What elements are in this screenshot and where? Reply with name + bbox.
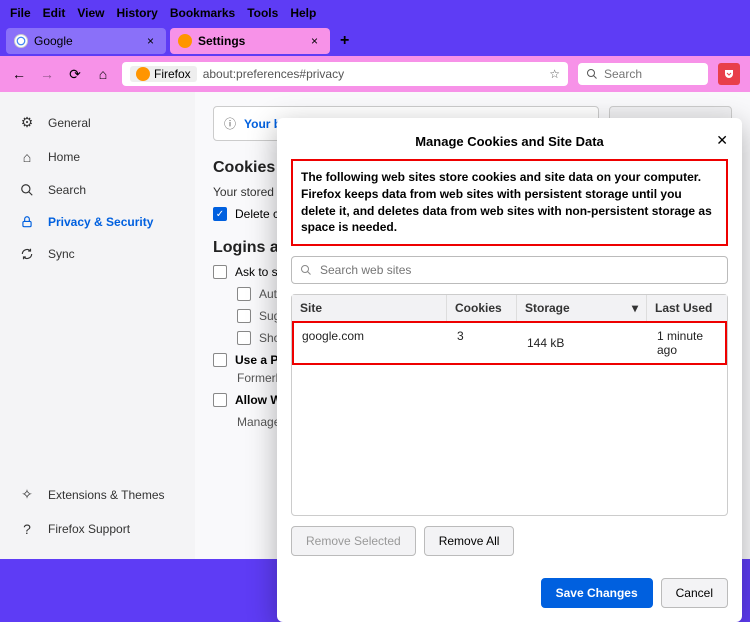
sites-table: Site Cookies Storage ▾ Last Used google.c… <box>291 294 728 516</box>
cell-storage: 144 kB <box>519 323 649 363</box>
col-lastused[interactable]: Last Used <box>647 295 727 321</box>
tab-label: Google <box>34 34 73 48</box>
sidebar-item-home[interactable]: ⌂ Home <box>8 141 187 173</box>
puzzle-icon: ✧ <box>18 486 36 503</box>
cell-lastused: 1 minute ago <box>649 323 725 363</box>
sidebar-item-label: Sync <box>48 247 75 261</box>
firefox-favicon-icon <box>178 34 192 48</box>
table-row[interactable]: google.com 3 144 kB 1 minute ago <box>292 321 727 365</box>
menu-bar: File Edit View History Bookmarks Tools H… <box>0 0 750 26</box>
reload-button[interactable]: ⟳ <box>66 65 84 83</box>
checkbox-checked-icon[interactable]: ✓ <box>213 207 227 221</box>
home-button[interactable]: ⌂ <box>94 65 112 83</box>
cell-cookies: 3 <box>449 323 519 363</box>
checkbox-icon[interactable] <box>237 309 251 323</box>
url-bar[interactable]: Firefox about:preferences#privacy ☆ <box>122 62 568 86</box>
firefox-logo-icon <box>136 67 150 81</box>
pocket-icon[interactable] <box>718 63 740 85</box>
url-text: about:preferences#privacy <box>203 67 544 81</box>
firefox-chip: Firefox <box>130 66 197 82</box>
firefox-chip-label: Firefox <box>154 67 191 81</box>
dialog-search-input[interactable] <box>320 263 719 277</box>
dialog-description: The following web sites store cookies an… <box>291 159 728 246</box>
tab-label: Settings <box>198 34 245 48</box>
settings-sidebar: ⚙ General ⌂ Home Search Privacy & Securi… <box>0 92 195 559</box>
close-icon[interactable]: × <box>307 34 322 48</box>
sidebar-item-extensions[interactable]: ✧ Extensions & Themes <box>8 478 187 511</box>
col-storage-label: Storage <box>525 301 570 315</box>
tab-settings[interactable]: Settings × <box>170 28 330 54</box>
cancel-button[interactable]: Cancel <box>661 578 728 608</box>
menu-tools[interactable]: Tools <box>243 4 282 22</box>
col-storage[interactable]: Storage ▾ <box>517 295 647 321</box>
back-button[interactable]: ← <box>10 65 28 83</box>
help-icon: ? <box>18 521 36 537</box>
tab-google[interactable]: Google × <box>6 28 166 54</box>
dialog-description-text: The following web sites store cookies an… <box>301 170 712 234</box>
new-tab-button[interactable]: + <box>340 32 349 50</box>
checkbox-icon[interactable] <box>213 265 227 279</box>
checkbox-icon[interactable] <box>213 353 227 367</box>
menu-edit[interactable]: Edit <box>39 4 70 22</box>
nav-toolbar: ← → ⟳ ⌂ Firefox about:preferences#privac… <box>0 56 750 92</box>
col-site[interactable]: Site <box>292 295 447 321</box>
sidebar-item-label: Extensions & Themes <box>48 488 165 502</box>
manage-cookies-dialog: Manage Cookies and Site Data ✕ The follo… <box>277 118 742 622</box>
sync-icon <box>18 247 36 261</box>
forward-button[interactable]: → <box>38 65 56 83</box>
menu-help[interactable]: Help <box>286 4 320 22</box>
remove-selected-button[interactable]: Remove Selected <box>291 526 416 556</box>
search-bar[interactable] <box>578 63 708 85</box>
table-empty-space <box>292 365 727 515</box>
lock-icon <box>18 215 36 229</box>
sidebar-item-support[interactable]: ? Firefox Support <box>8 513 187 545</box>
google-favicon-icon <box>14 34 28 48</box>
bookmark-star-icon[interactable]: ☆ <box>549 67 560 81</box>
checkbox-icon[interactable] <box>237 331 251 345</box>
sidebar-item-label: Home <box>48 150 80 164</box>
dialog-search[interactable] <box>291 256 728 284</box>
menu-view[interactable]: View <box>73 4 108 22</box>
cell-site: google.com <box>294 323 449 363</box>
sidebar-item-label: Firefox Support <box>48 522 130 536</box>
gear-icon: ⚙ <box>18 114 36 131</box>
info-icon: ⓘ <box>224 115 236 132</box>
sidebar-item-label: General <box>48 116 91 130</box>
col-cookies[interactable]: Cookies <box>447 295 517 321</box>
search-icon <box>300 264 312 276</box>
search-icon <box>18 183 36 197</box>
sidebar-item-privacy[interactable]: Privacy & Security <box>8 207 187 237</box>
remove-all-button[interactable]: Remove All <box>424 526 515 556</box>
sidebar-item-general[interactable]: ⚙ General <box>8 106 187 139</box>
dialog-title: Manage Cookies and Site Data <box>415 134 604 149</box>
sidebar-item-sync[interactable]: Sync <box>8 239 187 269</box>
menu-bookmarks[interactable]: Bookmarks <box>166 4 239 22</box>
sort-desc-icon: ▾ <box>632 301 638 315</box>
tab-strip: Google × Settings × + <box>0 26 750 56</box>
checkbox-icon[interactable] <box>213 393 227 407</box>
sidebar-item-label: Privacy & Security <box>48 215 153 229</box>
checkbox-icon[interactable] <box>237 287 251 301</box>
sidebar-item-label: Search <box>48 183 86 197</box>
search-input[interactable] <box>604 67 700 81</box>
menu-history[interactable]: History <box>112 4 161 22</box>
save-changes-button[interactable]: Save Changes <box>541 578 653 608</box>
close-icon[interactable]: ✕ <box>716 132 728 149</box>
sidebar-item-search[interactable]: Search <box>8 175 187 205</box>
menu-file[interactable]: File <box>6 4 35 22</box>
home-icon: ⌂ <box>18 149 36 165</box>
close-icon[interactable]: × <box>143 34 158 48</box>
search-icon <box>586 68 598 80</box>
table-header: Site Cookies Storage ▾ Last Used <box>292 295 727 322</box>
